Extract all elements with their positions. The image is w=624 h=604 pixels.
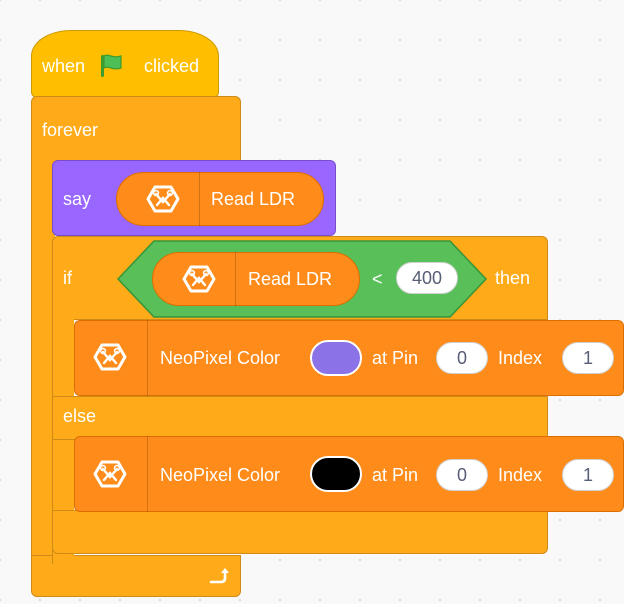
extension-icon xyxy=(140,183,186,215)
green-flag-icon xyxy=(95,52,125,80)
else-label: else xyxy=(63,406,97,426)
block-divider xyxy=(147,320,148,396)
threshold-input[interactable]: 400 xyxy=(396,262,458,294)
extension-icon xyxy=(176,263,222,295)
neopixel-color-label: NeoPixel Color xyxy=(160,348,281,368)
read-ldr-label-if: Read LDR xyxy=(248,269,333,289)
if-label: if xyxy=(63,268,72,288)
color-swatch-black[interactable] xyxy=(310,456,362,492)
else-section[interactable] xyxy=(52,396,548,440)
code-canvas[interactable]: when clicked forever say Read LDR if els… xyxy=(0,0,624,604)
at-pin-label: at Pin xyxy=(372,348,419,368)
loop-arrow-icon xyxy=(207,566,229,588)
block-divider xyxy=(147,436,148,512)
if-else-bottom xyxy=(52,510,548,554)
color-swatch-purple[interactable] xyxy=(310,340,362,376)
index-label: Index xyxy=(498,348,543,368)
index-input[interactable]: 1 xyxy=(562,342,614,374)
pin-input[interactable]: 0 xyxy=(436,342,488,374)
forever-label: forever xyxy=(42,120,99,140)
pin-input[interactable]: 0 xyxy=(436,459,488,491)
then-label: then xyxy=(495,268,531,288)
less-than-operator: < xyxy=(372,269,383,289)
when-label: when xyxy=(42,56,86,76)
clicked-label: clicked xyxy=(144,56,200,76)
at-pin-label: at Pin xyxy=(372,465,419,485)
extension-icon xyxy=(87,341,133,373)
read-ldr-label-say: Read LDR xyxy=(211,189,296,209)
neopixel-color-label: NeoPixel Color xyxy=(160,465,281,485)
say-label: say xyxy=(63,189,92,209)
reporter-divider xyxy=(199,172,200,226)
reporter-divider xyxy=(235,252,236,306)
index-input[interactable]: 1 xyxy=(562,459,614,491)
extension-icon xyxy=(87,458,133,490)
index-label: Index xyxy=(498,465,543,485)
